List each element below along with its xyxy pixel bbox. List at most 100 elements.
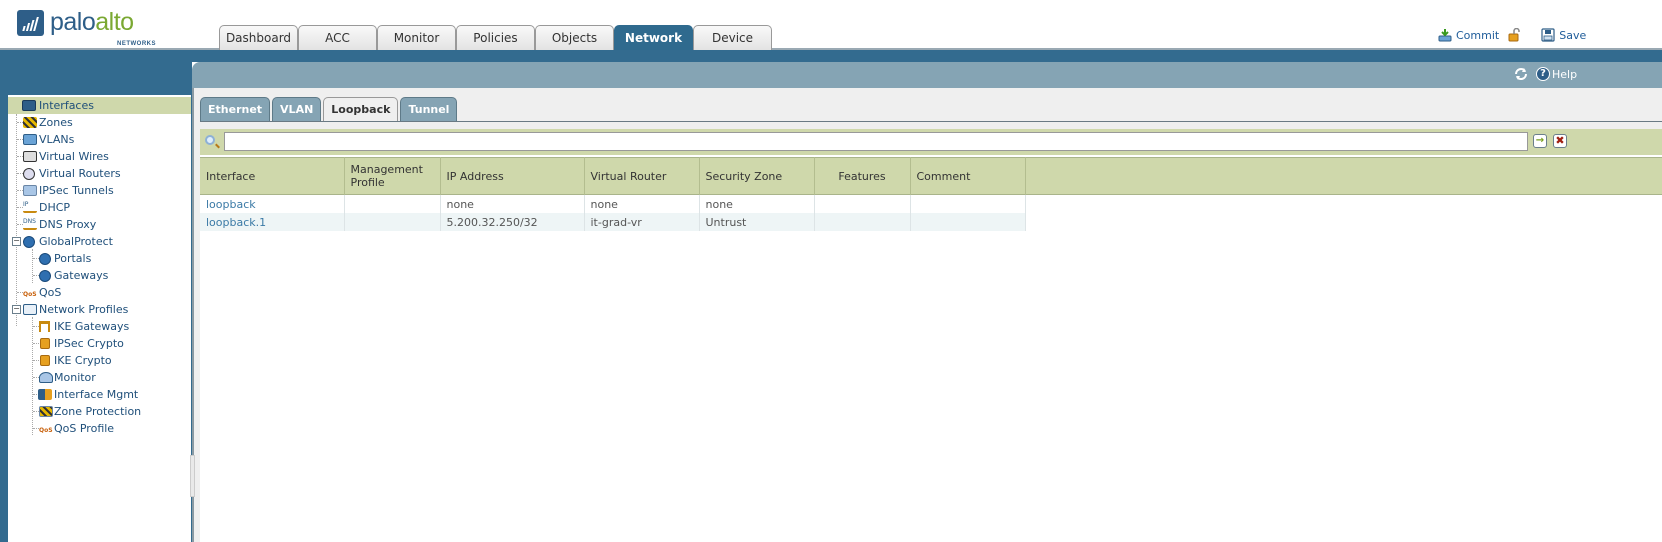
tab-network[interactable]: Network: [614, 25, 693, 50]
sidebar-item-gateways[interactable]: Gateways: [8, 267, 191, 284]
lock-icon: [40, 338, 50, 349]
cell-interface[interactable]: loopback.1: [200, 213, 345, 231]
sidebar-item-interface-mgmt[interactable]: Interface Mgmt: [8, 386, 191, 403]
collapse-icon[interactable]: −: [12, 237, 21, 246]
sidebar-item-zone-protection[interactable]: Zone Protection: [8, 403, 191, 420]
collapse-icon[interactable]: −: [12, 305, 21, 314]
commit-label: Commit: [1456, 28, 1500, 42]
sidebar-item-dhcp[interactable]: IP DHCP: [8, 199, 191, 216]
sidebar-item-qos-profile[interactable]: QoS QoS Profile: [8, 420, 191, 437]
filter-input[interactable]: [224, 132, 1528, 151]
tab-policies[interactable]: Policies: [456, 25, 535, 50]
loopback-table: Interface Management Profile IP Address …: [200, 157, 1026, 231]
table-row[interactable]: loopback none none none: [200, 195, 1026, 213]
col-ip-address[interactable]: IP Address: [440, 157, 585, 195]
col-features[interactable]: Features: [814, 157, 911, 195]
panel-header: [192, 62, 1662, 88]
zones-icon: [23, 117, 37, 128]
save-icon: [1541, 28, 1555, 42]
tab-dashboard[interactable]: Dashboard: [219, 25, 298, 50]
arrow-right-icon: →: [1535, 135, 1545, 146]
col-security-zone[interactable]: Security Zone: [699, 157, 815, 195]
col-interface[interactable]: Interface: [200, 157, 345, 195]
sidebar-item-virtual-wires[interactable]: Virtual Wires: [8, 148, 191, 165]
cell-security-zone: none: [699, 195, 815, 213]
top-header: paloalto NETWORKS Dashboard ACC Monitor …: [0, 0, 1662, 50]
commit-icon: [1438, 28, 1452, 42]
header-band: [0, 50, 1662, 62]
sidebar-item-network-profiles[interactable]: − Network Profiles: [8, 301, 191, 318]
main-nav-tabs: Dashboard ACC Monitor Policies Objects N…: [219, 25, 772, 50]
panel-actions: ? Help: [1514, 67, 1577, 81]
search-icon: [205, 135, 215, 145]
tab-device[interactable]: Device: [693, 25, 772, 50]
interface-mgmt-icon: [38, 389, 52, 400]
sidebar-item-ipsec-tunnels[interactable]: IPSec Tunnels: [8, 182, 191, 199]
cell-ip-address: none: [440, 195, 585, 213]
portals-icon: [39, 253, 51, 265]
save-label: Save: [1559, 28, 1587, 42]
cell-security-zone: Untrust: [699, 213, 815, 231]
cell-features: [814, 213, 911, 231]
commit-button[interactable]: Commit: [1438, 28, 1499, 42]
ipsec-tunnels-icon: [23, 185, 37, 196]
interface-link[interactable]: loopback.1: [206, 216, 266, 229]
top-actions: Commit Save: [1438, 27, 1594, 42]
tree-branch: [33, 343, 39, 344]
sidebar-item-virtual-routers[interactable]: Virtual Routers: [8, 165, 191, 182]
cell-virtual-router: none: [584, 195, 700, 213]
tab-objects[interactable]: Objects: [535, 25, 614, 50]
apply-filter-button[interactable]: →: [1533, 134, 1547, 148]
subtab-loopback[interactable]: Loopback: [323, 97, 399, 122]
virtual-routers-icon: [23, 168, 35, 180]
qos-profile-icon: QoS: [39, 427, 53, 434]
qos-icon: QoS: [23, 291, 37, 298]
sidebar-item-qos[interactable]: QoS QoS: [8, 284, 191, 301]
sidebar-item-vlans[interactable]: VLANs: [8, 131, 191, 148]
save-button[interactable]: Save: [1541, 28, 1586, 42]
subtab-tunnel[interactable]: Tunnel: [400, 97, 458, 122]
logo-subtitle: NETWORKS: [117, 41, 156, 47]
network-profiles-icon: [23, 304, 37, 315]
unlock-icon: [1507, 27, 1521, 42]
sidebar-item-ipsec-crypto[interactable]: IPSec Crypto: [8, 335, 191, 352]
lock-button[interactable]: [1507, 27, 1525, 42]
interfaces-grid: Interface Management Profile IP Address …: [200, 155, 1662, 542]
clear-filter-button[interactable]: ✖: [1553, 134, 1567, 148]
cell-interface[interactable]: loopback: [200, 195, 345, 213]
tab-acc[interactable]: ACC: [298, 25, 377, 50]
sidebar-item-globalprotect[interactable]: − GlobalProtect: [8, 233, 191, 250]
interface-link[interactable]: loopback: [206, 198, 256, 211]
cell-management-profile: [344, 195, 441, 213]
interfaces-icon: [22, 100, 36, 111]
sidebar-item-monitor-profile[interactable]: Monitor: [8, 369, 191, 386]
cell-virtual-router: it-grad-vr: [584, 213, 700, 231]
subtab-ethernet[interactable]: Ethernet: [200, 97, 271, 122]
cell-features: [814, 195, 911, 213]
table-row[interactable]: loopback.1 5.200.32.250/32 it-grad-vr Un…: [200, 213, 1026, 231]
close-icon: ✖: [1555, 134, 1565, 147]
cell-ip-address: 5.200.32.250/32: [440, 213, 585, 231]
divider: [200, 121, 1662, 122]
subtab-vlan[interactable]: VLAN: [272, 97, 322, 122]
dns-proxy-icon: DNS: [23, 219, 37, 230]
sidebar-item-ike-crypto[interactable]: IKE Crypto: [8, 352, 191, 369]
sidebar-item-zones[interactable]: Zones: [8, 114, 191, 131]
zone-protection-icon: [39, 406, 53, 417]
logo-wordmark: paloalto: [50, 8, 134, 36]
sidebar-item-ike-gateways[interactable]: IKE Gateways: [8, 318, 191, 335]
col-comment[interactable]: Comment: [910, 157, 1026, 195]
help-button[interactable]: ? Help: [1536, 67, 1577, 81]
col-virtual-router[interactable]: Virtual Router: [584, 157, 700, 195]
refresh-icon[interactable]: [1514, 67, 1528, 81]
tab-monitor[interactable]: Monitor: [377, 25, 456, 50]
monitor-profile-icon: [39, 372, 53, 383]
gateways-icon: [39, 270, 51, 282]
col-management-profile[interactable]: Management Profile: [344, 157, 441, 195]
sidebar-item-dns-proxy[interactable]: DNS DNS Proxy: [8, 216, 191, 233]
cell-comment: [910, 195, 1026, 213]
sidebar-item-portals[interactable]: Portals: [8, 250, 191, 267]
sidebar-collapse-handle[interactable]: [190, 455, 195, 497]
sidebar-item-interfaces[interactable]: Interfaces: [8, 97, 191, 114]
vlans-icon: [23, 134, 37, 145]
